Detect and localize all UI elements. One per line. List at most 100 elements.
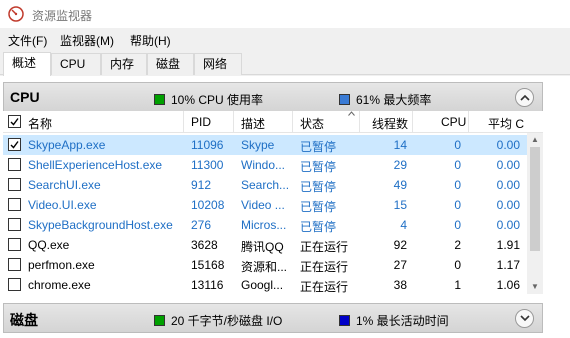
process-description: 资源和... [241,260,288,274]
column-divider[interactable] [292,111,293,133]
process-list-scrollbar[interactable]: ▲ ▼ [527,133,543,294]
cpu-usage-text: 10% CPU 使用率 [171,93,264,107]
process-row[interactable]: Video.UI.exe 10208 Video ... 已暂停 15 0 0.00 [3,195,527,215]
menu-monitor[interactable]: 监视器(M) [60,32,114,49]
process-cpu: 0 [454,178,461,192]
tab-disk[interactable]: 磁盘 [147,53,194,75]
chevron-up-icon [519,94,530,101]
column-divider[interactable] [183,111,184,133]
checkmark-icon [10,118,19,126]
column-status[interactable]: 状态 [300,115,324,132]
tab-memory[interactable]: 内存 [101,53,147,75]
process-pid: 11096 [191,138,224,152]
process-row[interactable]: perfmon.exe 15168 资源和... 正在运行 27 0 1.17 [3,255,527,275]
process-name: SkypeApp.exe [28,138,106,152]
chevron-down-icon [519,315,530,322]
process-description: 腾讯QQ [241,240,284,254]
column-divider[interactable] [359,111,360,133]
disk-active-swatch [339,315,350,326]
column-divider[interactable] [412,111,413,133]
process-avg-cpu: 0.00 [496,138,520,152]
process-name: chrome.exe [28,278,91,292]
process-description: Skype [241,138,275,152]
process-pid: 15168 [191,258,225,272]
process-checkbox[interactable] [8,218,21,231]
process-name: QQ.exe [28,238,70,252]
process-pid: 276 [191,218,212,232]
process-row[interactable]: SkypeBackgroundHost.exe 276 Micros... 已暂停 4 0… [3,215,527,235]
process-checkbox[interactable] [8,158,21,171]
column-threads[interactable]: 线程数 [372,115,408,132]
sort-arrow-icon [348,111,355,116]
process-checkbox[interactable] [8,138,21,151]
cpu-section-title: CPU [10,89,40,105]
process-avg-cpu: 0.00 [496,158,520,172]
tab-overview[interactable]: 概述 [3,52,51,76]
process-avg-cpu: 0.00 [496,178,520,192]
column-name[interactable]: 名称 [28,115,52,132]
disk-io-text: 20 千字节/秒磁盘 I/O [171,314,283,328]
resource-monitor-icon [8,6,24,22]
disk-active-legend: 1% 最长活动时间 [339,312,449,329]
process-pid: 3628 [191,238,218,252]
disk-active-text: 1% 最长活动时间 [356,314,449,328]
process-checkbox[interactable] [8,258,21,271]
column-avg-cpu[interactable]: 平均 C [488,115,524,132]
process-avg-cpu: 1.17 [496,258,520,272]
scroll-up-arrow-icon[interactable]: ▲ [530,135,540,145]
process-cpu: 0 [454,198,461,212]
process-threads: 4 [400,218,407,232]
checkmark-icon [10,141,19,149]
title-bar: 资源监视器 [0,0,570,28]
window-title: 资源监视器 [32,9,93,23]
tab-network[interactable]: 网络 [194,53,242,75]
tab-bar: 概述 CPU 内存 磁盘 网络 [0,52,570,76]
column-divider[interactable] [468,111,469,133]
process-description: Googl... [241,278,284,292]
cpu-section-header[interactable]: CPU 10% CPU 使用率 61% 最大频率 [3,82,543,112]
column-description[interactable]: 描述 [241,115,265,132]
process-name: SkypeBackgroundHost.exe [28,218,173,232]
process-status: 已暂停 [300,140,337,154]
select-all-checkbox[interactable] [8,115,21,128]
disk-section-header[interactable]: 磁盘 20 千字节/秒磁盘 I/O 1% 最长活动时间 [3,303,543,333]
tab-cpu[interactable]: CPU [51,53,101,75]
process-status: 已暂停 [300,220,337,234]
process-row[interactable]: chrome.exe 13116 Googl... 正在运行 38 1 1.06 [3,275,527,295]
process-table-header: 名称 PID 描述 状态 线程数 CPU 平均 C [3,111,543,133]
overview-panel: CPU 10% CPU 使用率 61% 最大频率 名称 PID 描述 状态 线程… [0,76,570,338]
process-row[interactable]: ShellExperienceHost.exe 11300 Windo... 已暂停 2… [3,155,527,175]
process-cpu: 1 [454,278,461,292]
process-row[interactable]: SearchUI.exe 912 Search... 已暂停 49 0 0.00 [3,175,527,195]
column-cpu[interactable]: CPU [441,115,466,129]
column-pid[interactable]: PID [191,115,211,129]
cpu-collapse-button[interactable] [515,88,534,107]
cpu-usage-legend: 10% CPU 使用率 [154,91,263,108]
process-checkbox[interactable] [8,238,21,251]
disk-io-swatch [154,315,165,326]
scroll-down-arrow-icon[interactable]: ▼ [530,282,540,292]
process-description: Windo... [241,158,286,172]
process-checkbox[interactable] [8,178,21,191]
process-avg-cpu: 0.00 [496,198,520,212]
process-status: 正在运行 [300,280,349,294]
process-row[interactable]: SkypeApp.exe 11096 Skype 已暂停 14 0 0.00 [3,135,527,155]
menu-help[interactable]: 帮助(H) [130,32,171,49]
process-checkbox[interactable] [8,198,21,211]
process-name: SearchUI.exe [28,178,101,192]
process-description: Micros... [241,218,287,232]
scroll-thumb[interactable] [530,147,540,251]
process-status: 已暂停 [300,160,337,174]
process-row[interactable]: QQ.exe 3628 腾讯QQ 正在运行 92 2 1.91 [3,235,527,255]
disk-expand-button[interactable] [515,309,534,328]
process-checkbox[interactable] [8,278,21,291]
process-threads: 38 [393,278,407,292]
menu-bar: 文件(F) 监视器(M) 帮助(H) [0,30,570,50]
process-threads: 27 [393,258,407,272]
column-divider[interactable] [233,111,234,133]
process-cpu: 0 [454,158,461,172]
cpu-freq-swatch [339,94,350,105]
menu-file[interactable]: 文件(F) [8,32,47,49]
process-pid: 10208 [191,198,225,212]
process-description: Search... [241,178,290,192]
